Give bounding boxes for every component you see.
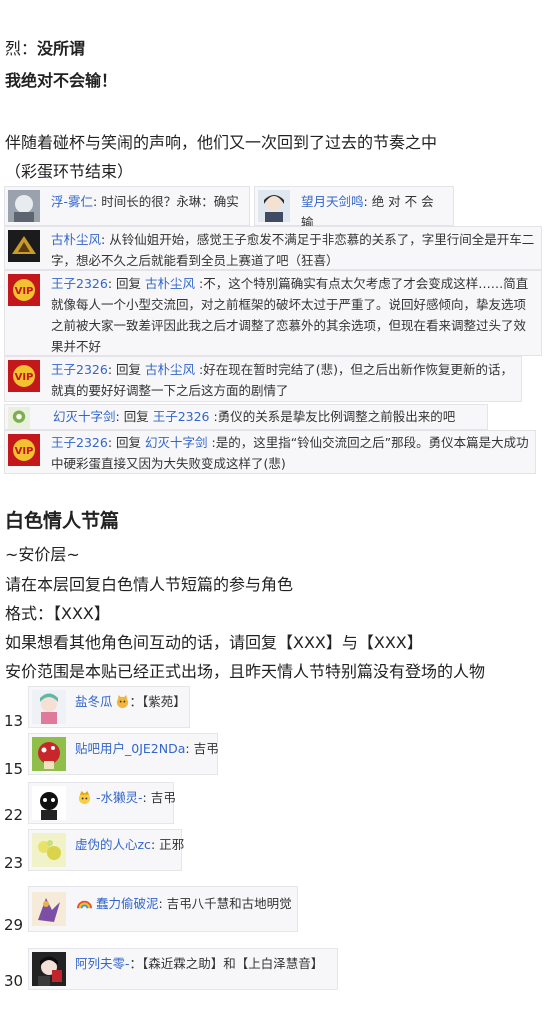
cat-face-icon	[116, 694, 128, 709]
reply-item[interactable]: 贴吧用户_0JE2NDa: 吉弔	[28, 733, 219, 775]
reply-text: : 正邪	[150, 837, 185, 852]
avatar[interactable]	[32, 737, 66, 771]
avatar[interactable]: VIP	[8, 434, 40, 466]
svg-text:VIP: VIP	[15, 372, 34, 383]
reply-to-user[interactable]: 古朴尘风	[145, 362, 195, 377]
avatar[interactable]	[32, 892, 66, 926]
floor-note: ~安价层~	[5, 545, 80, 564]
reply-text: : 吉弔	[185, 741, 219, 756]
instruction-text: 请在本层回复白色情人节短篇的参与角色	[5, 575, 294, 594]
reply-user[interactable]: 贴吧用户_0JE2NDa	[75, 741, 185, 756]
svg-text:VIP: VIP	[15, 446, 34, 457]
reply-user[interactable]: 阿列夫零-	[75, 956, 130, 971]
reply-keyword: 回复	[116, 276, 142, 291]
comment-item[interactable]: VIP 王子2326: 回复 古朴尘风 :不，这个特別篇确实有点太欠考虑了才会变…	[4, 270, 542, 356]
reply-user[interactable]: 虚伪的人心zc	[75, 837, 151, 852]
shout-line: 我绝对不会输！	[5, 71, 118, 90]
avatar[interactable]	[32, 952, 66, 986]
reply-to-user[interactable]: 王子2326	[153, 409, 210, 424]
avatar[interactable]	[8, 407, 30, 429]
reply-text: ：【森近霖之助】和【上白泽慧音】	[129, 956, 324, 971]
format-text: 格式：【XXX】	[5, 604, 110, 623]
comment-user[interactable]: 望月天剑鸣	[301, 194, 364, 209]
reply-to-user[interactable]: 古朴尘风	[145, 276, 195, 291]
avatar[interactable]: VIP	[8, 360, 40, 392]
floor-number: 30	[4, 972, 24, 990]
crown-face-icon	[78, 790, 91, 805]
section-title: 白色情人节篇	[5, 510, 120, 532]
reply-item[interactable]: -水獭灵-: 吉弔	[28, 782, 176, 824]
narration: 伴随着碰杯与笑闹的声响，他们又一次回到了过去的节奏之中	[5, 133, 438, 152]
avatar[interactable]	[32, 690, 66, 724]
reply-text: : 吉弔	[142, 790, 176, 805]
floor-number: 29	[4, 916, 24, 934]
reply-item[interactable]: 阿列夫零-：【森近霖之助】和【上白泽慧音】	[28, 948, 338, 990]
reply-keyword: 回复	[116, 435, 142, 450]
comment-item[interactable]: 幻灭十字剑: 回复 王子2326 :勇仪的关系是挚友比例调整之前骰出来的吧	[4, 404, 488, 430]
reply-item[interactable]: 蠢力偷破泥: 吉弔八千慧和古地明觉	[28, 886, 298, 932]
avatar[interactable]	[258, 190, 290, 222]
comment-text: : 时间长的很？永琳：确实	[93, 194, 239, 209]
avatar[interactable]	[32, 786, 66, 820]
reply-keyword: 回复	[123, 409, 149, 424]
comment-item[interactable]: VIP 王子2326: 回复 古朴尘风 :好在现在暂时完结了(悲)，但之后出新作…	[4, 356, 522, 402]
comment-user[interactable]: 王子2326	[51, 362, 108, 377]
reply-user[interactable]: 蠢力偷破泥	[96, 896, 159, 911]
avatar[interactable]	[8, 190, 40, 222]
reply-keyword: 回复	[116, 362, 142, 377]
avatar[interactable]	[8, 230, 40, 262]
reply-user[interactable]: 盐冬瓜	[75, 694, 113, 709]
comment-text: :勇仪的关系是挚友比例调整之前骰出来的吧	[209, 409, 456, 424]
comment-item[interactable]: 浮-雾仁: 时间长的很？永琳：确实	[4, 186, 250, 226]
floor-number: 15	[4, 760, 24, 778]
reply-item[interactable]: 虚伪的人心zc: 正邪	[28, 829, 185, 871]
dialog-line: 烈：没所谓	[5, 38, 85, 60]
speaker-line: 没所谓	[37, 39, 86, 58]
comment-user[interactable]: 古朴尘风	[51, 232, 101, 247]
avatar[interactable]: VIP	[8, 274, 40, 306]
reply-user[interactable]: -水獭灵-	[96, 790, 143, 805]
comment-user[interactable]: 王子2326	[51, 435, 108, 450]
comment-user[interactable]: 浮-雾仁	[51, 194, 93, 209]
floor-number: 22	[4, 806, 24, 824]
comment-user[interactable]: 幻灭十字剑	[53, 409, 116, 424]
reply-item[interactable]: 盐冬瓜 ：【紫苑】	[28, 686, 190, 728]
floor-number: 13	[4, 712, 24, 730]
speaker-prefix: 烈：	[5, 39, 38, 58]
comment-text: : 从铃仙姐开始，感觉王子愈发不满足于非恋慕的关系了，字里行间全是开车二字，想必…	[51, 232, 535, 268]
floor-number: 23	[4, 854, 24, 872]
avatar[interactable]	[32, 833, 66, 867]
svg-text:VIP: VIP	[15, 286, 34, 297]
reply-to-user[interactable]: 幻灭十字剑	[145, 435, 208, 450]
interaction-text: 如果想看其他角色间互动的话，请回复【XXX】与【XXX】	[5, 633, 423, 652]
comment-item[interactable]: 望月天剑鸣: 绝 对 不 会 输	[254, 186, 454, 230]
reply-text: ：【紫苑】	[129, 694, 186, 709]
reply-text: : 吉弔八千慧和古地明觉	[158, 896, 292, 911]
comment-item[interactable]: 古朴尘风: 从铃仙姐开始，感觉王子愈发不满足于非恋慕的关系了，字里行间全是开车二…	[4, 226, 542, 270]
rainbow-icon	[77, 900, 92, 909]
comment-item[interactable]: VIP 王子2326: 回复 幻灭十字剑 :是的，这里指“铃仙交流回之后”那段。…	[4, 430, 536, 474]
comment-user[interactable]: 王子2326	[51, 276, 108, 291]
range-text: 安价范围是本贴已经正式出场，且昨天情人节特别篇没有登场的人物	[5, 662, 486, 681]
egg-end-note: （彩蛋环节结束）	[5, 162, 134, 181]
